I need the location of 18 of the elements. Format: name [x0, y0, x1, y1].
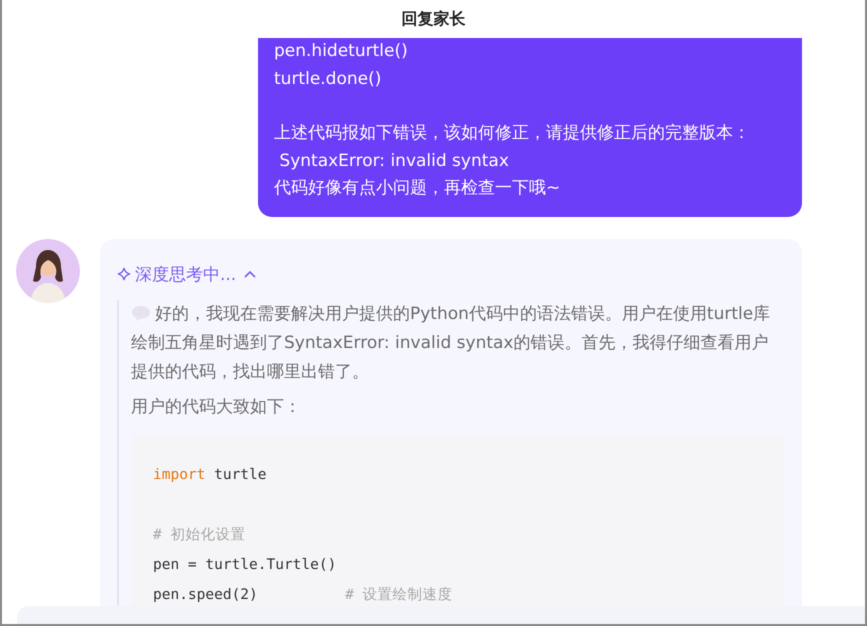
chevron-icon — [244, 270, 256, 278]
code-comment: # 初始化设置 — [153, 526, 246, 542]
code-text: turtle — [213, 466, 266, 482]
sparkle-icon — [117, 267, 131, 281]
code-text: pen = turtle.Turtle() — [153, 556, 336, 572]
message-text: turtle.done() — [274, 68, 382, 90]
message-text: pen.hideturtle() — [274, 40, 409, 63]
thinking-text: 好的，我现在需要解决用户提供的Python代码中的语法错误。用户在使用turtle库绘制五角星时遇到了SyntaxError: invalid syntax的错误。首先，我得仔细查看用户提供的代码，找出哪里出错了。 — [131, 302, 772, 384]
page-title: 回复家长 — [402, 8, 466, 30]
code-text: import — [153, 466, 206, 482]
message-text: 上述代码报如下错误，该如何修正，请提供修正后的完整版本： — [274, 122, 751, 145]
code-comment: # 设置绘制速度 — [345, 586, 453, 602]
thinking-toggle[interactable]: 深度思考中... — [117, 262, 256, 286]
message-text: SyntaxError: invalid syntax — [278, 150, 510, 172]
code-text: pen.speed(2) — [153, 586, 259, 602]
message-text: 代码好像有点小问题，再检查一下哦~ — [274, 177, 562, 200]
avatar — [16, 238, 80, 302]
thinking-text: 用户的代码大致如下： — [131, 396, 302, 418]
